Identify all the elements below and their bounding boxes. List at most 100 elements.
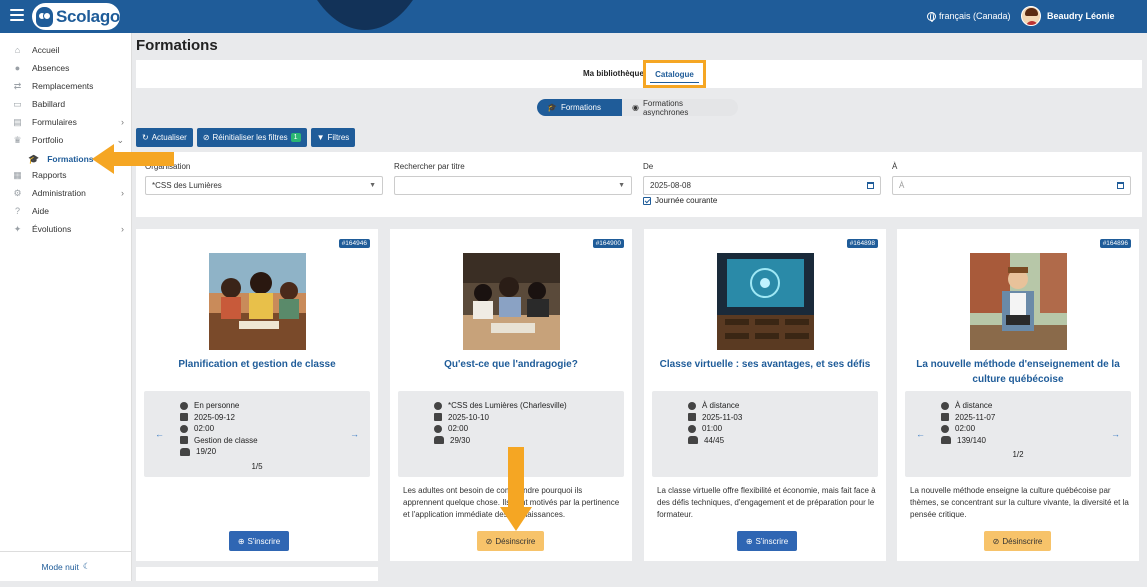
subscribe-button[interactable]: ⊕ S'inscrire bbox=[229, 531, 289, 551]
formation-id-badge: #164900 bbox=[592, 239, 624, 248]
owl-logo-icon bbox=[36, 6, 53, 27]
user-slash-icon: ⊘ bbox=[485, 536, 493, 546]
people-icon bbox=[941, 436, 951, 445]
user-slash-icon: ⊘ bbox=[992, 536, 1000, 546]
formation-details: À distance 2025-11-07 02:00 139/140 bbox=[941, 400, 995, 446]
formation-card: #164896 La nouvelle méthode d'enseigneme… bbox=[897, 229, 1139, 561]
places-line: 44/45 bbox=[688, 435, 742, 447]
evolutions-icon: ✦ bbox=[13, 223, 22, 234]
carousel-prev-icon[interactable]: ← bbox=[155, 429, 164, 439]
hamburger-menu-icon[interactable] bbox=[10, 9, 24, 22]
sidebar-item-label: Absences bbox=[32, 63, 70, 73]
unsubscribe-button[interactable]: ⊘ Désinscrire bbox=[984, 531, 1051, 551]
globe-icon bbox=[927, 11, 936, 22]
carousel-pager: 1/2 bbox=[1012, 450, 1024, 459]
sidebar-item-formulaires[interactable]: ▤ Formulaires › bbox=[0, 113, 132, 131]
carousel-next-icon[interactable]: → bbox=[1111, 429, 1120, 439]
unsubscribe-label: Désinscrire bbox=[1002, 536, 1043, 546]
subscribe-button[interactable]: ⊕ S'inscrire bbox=[737, 531, 797, 551]
formation-id-badge: #164898 bbox=[846, 239, 878, 248]
sidebar-item-evolutions[interactable]: ✦ Évolutions › bbox=[0, 220, 132, 238]
library-tabs: Ma bibliothèque Catalogue bbox=[136, 60, 1142, 88]
filters-button[interactable]: ▼ Filtres bbox=[310, 128, 356, 147]
sidebar-item-label: Remplacements bbox=[32, 81, 94, 91]
app-name: Scolago bbox=[55, 6, 120, 26]
calendar-icon bbox=[434, 413, 442, 422]
formation-title[interactable]: La nouvelle méthode d'enseignement de la… bbox=[907, 357, 1129, 387]
duration-value: 02:00 bbox=[448, 424, 469, 433]
formation-info-carousel: ← → En personne 2025-09-12 02:00 Gestion… bbox=[144, 391, 370, 477]
location-value: À distance bbox=[955, 401, 993, 410]
calendar-icon bbox=[180, 413, 188, 422]
user-menu[interactable]: Beaudry Léonie bbox=[1021, 6, 1115, 26]
user-plus-icon: ⊕ bbox=[237, 536, 245, 546]
tag-value: Gestion de classe bbox=[194, 435, 258, 445]
toggle-formations-asynchrones[interactable]: ◉ Formations asynchrones bbox=[622, 99, 738, 116]
toggle-formations-label: Formations bbox=[560, 103, 601, 112]
formation-title[interactable]: Planification et gestion de classe bbox=[146, 357, 368, 372]
user-name: Beaudry Léonie bbox=[1047, 11, 1115, 21]
night-mode-label: Mode nuit bbox=[41, 561, 79, 572]
app-logo[interactable]: Scolago bbox=[32, 3, 120, 30]
clock-icon bbox=[688, 424, 696, 433]
sidebar-item-administration[interactable]: ⚙ Administration › bbox=[0, 184, 132, 202]
sidebar-item-formations[interactable]: 🎓 Formations bbox=[28, 151, 94, 167]
rapports-icon: ▦ bbox=[13, 169, 22, 180]
chevron-right-icon: › bbox=[121, 117, 124, 127]
tab-catalogue[interactable]: Catalogue bbox=[643, 60, 706, 88]
organisation-select[interactable]: *CSS des Lumières ▼ bbox=[145, 176, 383, 195]
carousel-pager: 1/5 bbox=[251, 462, 263, 471]
sidebar: ⌂ Accueil ● Absences ⇄ Remplacements ▭ Babil… bbox=[0, 33, 132, 581]
unsubscribe-button[interactable]: ⊘ Désinscrire bbox=[477, 531, 544, 551]
filter-icon: ▼ bbox=[316, 133, 325, 142]
location-value: En personne bbox=[194, 401, 240, 410]
formation-details: En personne 2025-09-12 02:00 Gestion de … bbox=[180, 400, 258, 458]
location-line: En personne bbox=[180, 400, 258, 412]
people-icon bbox=[688, 436, 698, 445]
graduation-cap-icon: 🎓 bbox=[547, 103, 557, 112]
carousel-next-icon[interactable]: → bbox=[350, 429, 359, 439]
language-selector[interactable]: français (Canada) bbox=[927, 11, 1011, 22]
checkbox-checked-icon[interactable] bbox=[643, 196, 651, 205]
sidebar-item-babillard[interactable]: ▭ Babillard bbox=[0, 95, 132, 113]
babillard-icon: ▭ bbox=[13, 98, 22, 109]
night-mode-toggle[interactable]: Mode nuit ☾ bbox=[0, 551, 132, 581]
tag-icon bbox=[180, 436, 188, 445]
help-icon: ? bbox=[14, 205, 20, 216]
sidebar-item-remplacements[interactable]: ⇄ Remplacements bbox=[0, 77, 132, 95]
chevron-down-icon: ▼ bbox=[618, 182, 625, 189]
calendar-icon[interactable] bbox=[867, 182, 874, 189]
trophy-icon: ♛ bbox=[13, 134, 22, 145]
sidebar-item-aide[interactable]: ? Aide bbox=[0, 202, 132, 220]
reset-filters-button[interactable]: ⊘ Réinitialiser les filtres 1 bbox=[196, 128, 307, 147]
date-from-input[interactable]: 2025-08-08 bbox=[643, 176, 881, 195]
tab-ma-bibliotheque[interactable]: Ma bibliothèque bbox=[583, 69, 644, 78]
formation-title[interactable]: Classe virtuelle : ses avantages, et ses… bbox=[654, 357, 876, 372]
subscribe-label: S'inscrire bbox=[755, 536, 789, 546]
formation-title[interactable]: Qu'est-ce que l'andragogie? bbox=[400, 357, 622, 372]
chevron-right-icon: › bbox=[121, 188, 124, 198]
sidebar-item-accueil[interactable]: ⌂ Accueil bbox=[0, 41, 132, 59]
formation-description: La classe virtuelle offre flexibilité et… bbox=[657, 486, 876, 519]
filter-reset-icon: ⊘ bbox=[202, 133, 210, 142]
carousel-prev-icon[interactable]: ← bbox=[916, 429, 925, 439]
places-line: 29/30 bbox=[434, 435, 567, 447]
calendar-icon bbox=[941, 413, 949, 422]
date-line: 2025-10-10 bbox=[434, 412, 567, 424]
unsubscribe-label: Désinscrire bbox=[495, 536, 536, 546]
clock-icon bbox=[434, 424, 442, 433]
annotation-arrow-left-icon bbox=[92, 144, 174, 174]
top-bar: Scolago français (Canada) Beaudry Léonie bbox=[0, 0, 1147, 33]
filter-count-badge: 1 bbox=[290, 133, 301, 142]
places-value: 29/30 bbox=[450, 435, 471, 445]
sidebar-item-absences[interactable]: ● Absences bbox=[0, 59, 132, 77]
search-title-select[interactable]: ▼ bbox=[394, 176, 632, 195]
toggle-formations[interactable]: 🎓 Formations bbox=[537, 99, 622, 116]
filters-label: Filtres bbox=[327, 133, 350, 142]
date-value: 2025-11-07 bbox=[955, 412, 996, 422]
current-day-checkbox[interactable]: Journée courante bbox=[643, 196, 717, 205]
calendar-icon[interactable] bbox=[1117, 182, 1124, 189]
formation-description: La nouvelle méthode enseigne la culture … bbox=[910, 486, 1129, 519]
graduation-cap-icon: 🎓 bbox=[28, 153, 40, 164]
date-to-input[interactable]: À bbox=[892, 176, 1131, 195]
